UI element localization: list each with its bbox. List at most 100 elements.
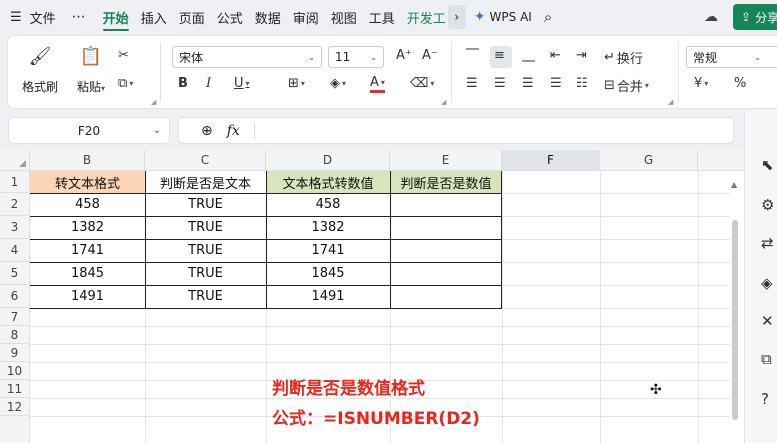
- font-color-icon[interactable]: A ▾: [370, 76, 385, 93]
- table-cell[interactable]: 458: [266, 193, 390, 216]
- tab-view[interactable]: 视图: [325, 0, 363, 34]
- justify-icon[interactable]: ☰: [550, 76, 562, 91]
- wrap-text-button[interactable]: ↵ 换行: [604, 48, 643, 67]
- table-cell[interactable]: 1741: [30, 239, 145, 262]
- transfer-icon[interactable]: ⇄: [761, 234, 774, 252]
- chevron-down-icon[interactable]: ⌄: [153, 125, 161, 136]
- currency-button[interactable]: ¥ ▾: [694, 76, 708, 91]
- row-header-5[interactable]: 5: [0, 262, 30, 285]
- row-header-4[interactable]: 4: [0, 239, 30, 262]
- column-header-c[interactable]: C: [145, 150, 266, 171]
- spreadsheet-grid[interactable]: B C D E F G 1 2 3 4 5 6 7 8 9 10 11 12 转…: [0, 150, 744, 443]
- tab-tools[interactable]: 工具: [363, 0, 401, 34]
- help-icon[interactable]: ?: [761, 390, 769, 408]
- tab-data[interactable]: 数据: [249, 0, 287, 34]
- row-header-12[interactable]: 12: [0, 398, 30, 416]
- table-header-cell[interactable]: 判断是否是数值: [390, 171, 502, 193]
- row-header-2[interactable]: 2: [0, 193, 30, 216]
- tab-formula[interactable]: 公式: [211, 0, 249, 34]
- table-header-cell[interactable]: 判断是否是文本: [145, 171, 266, 193]
- tabs-scroll-right-icon[interactable]: ›: [447, 5, 466, 29]
- table-cell[interactable]: [390, 193, 502, 216]
- table-header-cell[interactable]: 转文本格式: [30, 171, 145, 193]
- alignment-group-expand-icon[interactable]: ◢: [668, 98, 673, 106]
- table-cell[interactable]: TRUE: [145, 239, 266, 262]
- row-header-6[interactable]: 6: [0, 285, 30, 308]
- table-cell[interactable]: TRUE: [145, 193, 266, 216]
- row-header-13[interactable]: [0, 416, 30, 443]
- increase-font-icon[interactable]: A⁺: [396, 48, 412, 63]
- font-name-select[interactable]: 宋体 ⌄: [172, 46, 322, 68]
- wps-ai-button[interactable]: ✦ WPS AI: [466, 9, 540, 25]
- align-bottom-icon[interactable]: ⎽: [522, 48, 535, 63]
- more-menu-icon[interactable]: ⋯: [62, 0, 97, 34]
- function-icon[interactable]: fx: [227, 123, 240, 139]
- tab-page[interactable]: 页面: [173, 0, 211, 34]
- hamburger-menu-icon[interactable]: ☰: [0, 0, 24, 34]
- tab-home[interactable]: 开始: [97, 0, 135, 34]
- tools-icon[interactable]: ✕: [761, 312, 774, 330]
- clipboard-group-expand-icon[interactable]: ◢: [151, 98, 156, 106]
- table-cell[interactable]: [390, 262, 502, 285]
- table-header-cell[interactable]: 文本格式转数值: [266, 171, 390, 193]
- row-header-8[interactable]: 8: [0, 326, 30, 344]
- select-all-corner[interactable]: [0, 150, 30, 171]
- column-header-h[interactable]: [698, 150, 744, 171]
- table-cell[interactable]: [390, 239, 502, 262]
- align-left-icon[interactable]: ☰: [466, 76, 478, 91]
- search-icon[interactable]: ⌕: [544, 8, 552, 26]
- fill-color-icon[interactable]: ◈ ▾: [330, 76, 346, 91]
- cloud-sync-icon[interactable]: ☁: [704, 9, 718, 25]
- table-cell[interactable]: TRUE: [145, 285, 266, 308]
- bold-icon[interactable]: B: [178, 76, 188, 91]
- font-group-expand-icon[interactable]: ◢: [441, 98, 446, 106]
- row-header-11[interactable]: 11: [0, 380, 30, 398]
- percent-button[interactable]: %: [734, 76, 746, 91]
- formula-bar[interactable]: ⊕ fx: [178, 117, 734, 144]
- table-cell[interactable]: [390, 216, 502, 239]
- table-cell[interactable]: 1491: [266, 285, 390, 308]
- column-header-d[interactable]: D: [266, 150, 390, 171]
- zoom-icon[interactable]: ⊕: [201, 123, 213, 139]
- table-cell[interactable]: 458: [30, 193, 145, 216]
- table-cell[interactable]: 1491: [30, 285, 145, 308]
- cut-icon[interactable]: ✂: [118, 48, 129, 63]
- align-center-icon[interactable]: ☰: [494, 76, 506, 91]
- table-cell[interactable]: TRUE: [145, 262, 266, 285]
- table-cell[interactable]: 1741: [266, 239, 390, 262]
- font-size-select[interactable]: 11 ⌄: [328, 46, 384, 68]
- copy-icon[interactable]: ⧉ ▾: [118, 76, 133, 91]
- merge-button[interactable]: ⊟ 合并 ▾: [604, 76, 649, 95]
- align-middle-icon[interactable]: ≡: [494, 48, 505, 63]
- tab-review[interactable]: 审阅: [287, 0, 325, 34]
- row-header-1[interactable]: 1: [0, 171, 30, 193]
- table-cell[interactable]: 1845: [266, 262, 390, 285]
- italic-icon[interactable]: I: [206, 76, 211, 91]
- tab-insert[interactable]: 插入: [135, 0, 173, 34]
- paste-button[interactable]: 📋 粘贴▾: [70, 42, 112, 95]
- border-icon[interactable]: ⊞ ▾: [288, 76, 305, 91]
- column-header-f[interactable]: F: [502, 150, 600, 171]
- row-header-3[interactable]: 3: [0, 216, 30, 239]
- tab-developer[interactable]: 开发工: [401, 0, 446, 34]
- format-painter-button[interactable]: 🖌 格式刷: [20, 42, 60, 95]
- share-button[interactable]: ⇪ 分享: [733, 4, 777, 30]
- filter-settings-icon[interactable]: ⚙: [761, 196, 774, 214]
- indent-left-icon[interactable]: ⇤: [550, 48, 561, 63]
- menu-file[interactable]: 文件: [24, 0, 62, 34]
- distribute-icon[interactable]: ☷: [576, 76, 588, 91]
- shape-icon[interactable]: ◈: [761, 274, 773, 292]
- column-header-e[interactable]: E: [390, 150, 502, 171]
- table-cell[interactable]: [390, 285, 502, 308]
- column-header-b[interactable]: B: [30, 150, 145, 171]
- clear-format-icon[interactable]: ⌫ ▾: [410, 76, 434, 91]
- clip-icon[interactable]: ⧉: [761, 350, 772, 368]
- name-box[interactable]: F20 ⌄: [8, 117, 170, 144]
- table-cell[interactable]: TRUE: [145, 216, 266, 239]
- table-cell[interactable]: 1845: [30, 262, 145, 285]
- table-cell[interactable]: 1382: [30, 216, 145, 239]
- indent-right-icon[interactable]: ⇥: [576, 48, 587, 63]
- underline-icon[interactable]: U ▾: [234, 76, 250, 91]
- column-header-g[interactable]: G: [600, 150, 698, 171]
- row-header-10[interactable]: 10: [0, 362, 30, 380]
